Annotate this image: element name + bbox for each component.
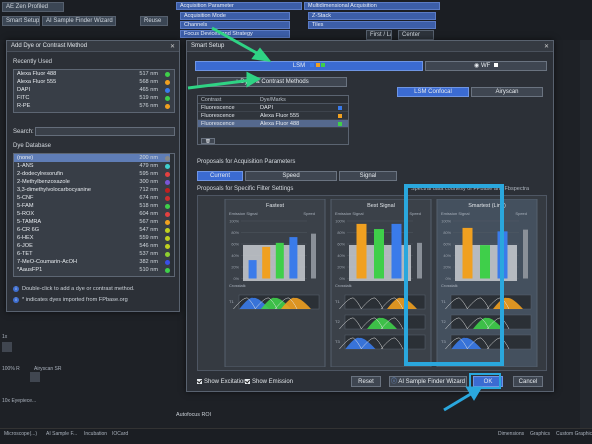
green-arrowhead-dyes — [246, 71, 262, 88]
blue-arrowhead-ok — [465, 386, 483, 401]
annotation-overlay — [187, 26, 504, 412]
green-arrow-lsm — [211, 26, 263, 58]
ok-highlight-box — [469, 373, 501, 389]
smartest-highlight-box — [404, 184, 504, 366]
green-arrow-dyes — [187, 78, 253, 90]
blue-arrow-ok — [443, 390, 475, 412]
